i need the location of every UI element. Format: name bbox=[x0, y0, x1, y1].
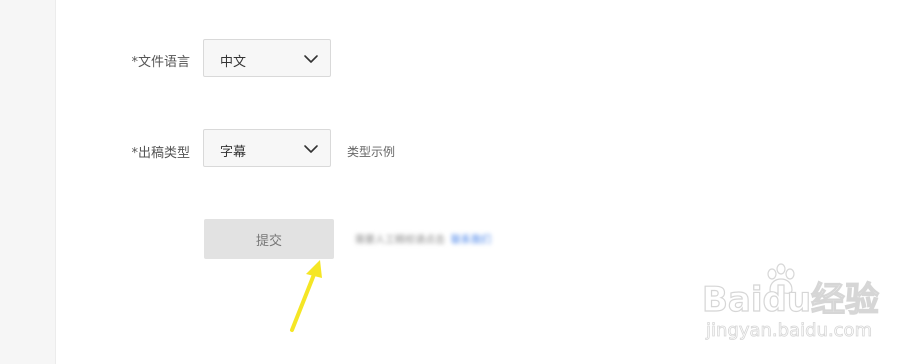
language-select[interactable]: 中文 bbox=[203, 39, 331, 77]
watermark-brand: Baidu经验 bbox=[701, 279, 880, 320]
language-label: *文件语言 bbox=[131, 55, 190, 70]
contact-link[interactable]: 联系我们 bbox=[451, 235, 491, 246]
output-type-select[interactable]: 字幕 bbox=[203, 129, 331, 167]
output-type-select-value: 字幕 bbox=[220, 145, 247, 160]
baidu-watermark: Baidu经验 jingyan.baidu.com bbox=[701, 262, 902, 352]
type-example-link[interactable]: 类型示例 bbox=[347, 143, 395, 160]
submit-note-text: 需要人工精校请点击 bbox=[355, 235, 445, 246]
chevron-down-icon bbox=[304, 55, 318, 63]
language-select-value: 中文 bbox=[220, 55, 247, 70]
chevron-down-icon bbox=[304, 145, 318, 153]
left-sidebar-strip bbox=[0, 0, 56, 364]
output-type-label: *出稿类型 bbox=[131, 146, 190, 161]
submit-note: 需要人工精校请点击 联系我们 bbox=[355, 231, 491, 246]
annotation-arrow-icon bbox=[290, 260, 322, 332]
watermark-url: jingyan.baidu.com bbox=[706, 320, 873, 342]
submit-button[interactable]: 提交 bbox=[204, 219, 334, 259]
